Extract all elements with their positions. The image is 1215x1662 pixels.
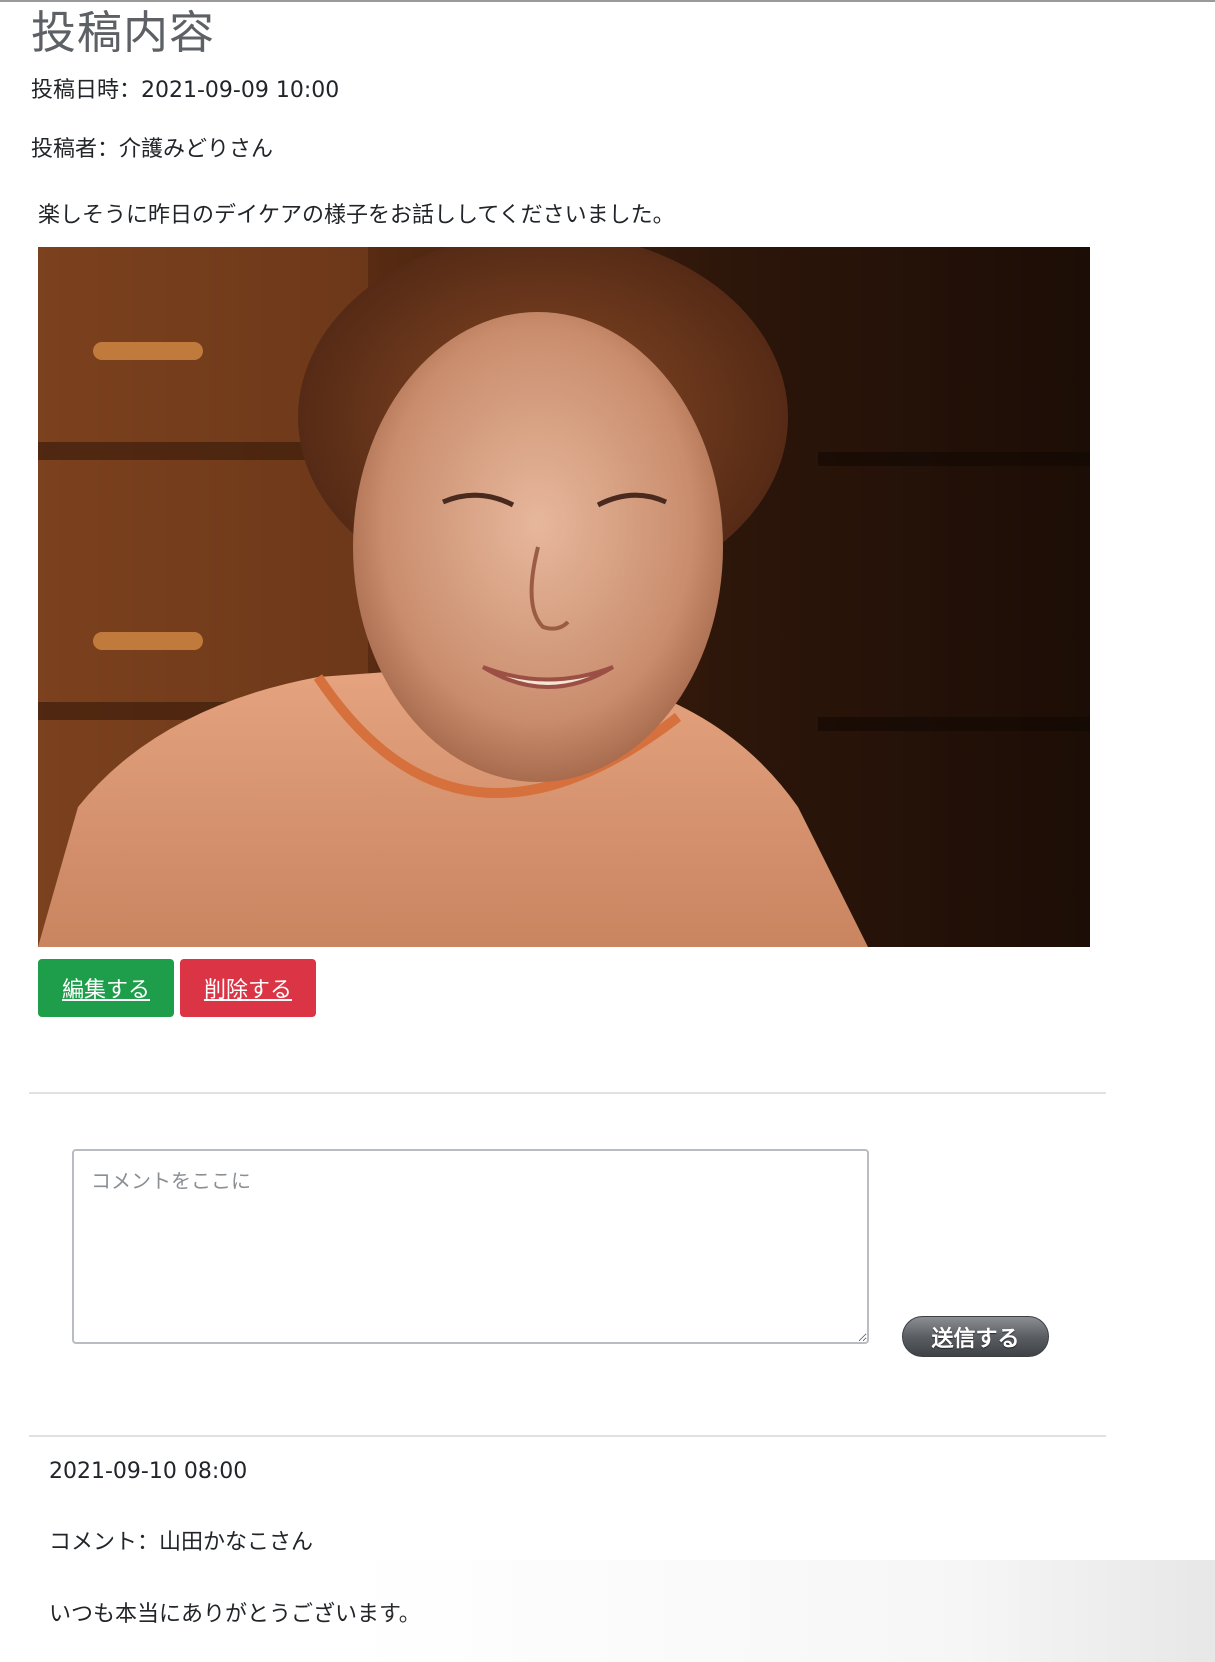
top-border [0,0,1215,2]
section-divider [29,1092,1106,1094]
send-comment-button[interactable]: 送信する [902,1316,1049,1357]
comment-author: コメント：山田かなこさん [49,1530,314,1555]
edit-button[interactable]: 編集する [38,959,174,1017]
post-body-text: 楽しそうに昨日のデイケアの様子をお話ししてくださいました。 [38,203,675,228]
post-author: 投稿者：介護みどりさん [31,137,274,162]
post-photo [38,247,1090,947]
post-date: 投稿日時：2021-09-09 10:00 [31,78,340,103]
page-title: 投稿内容 [31,6,216,59]
comment-date: 2021-09-10 08:00 [49,1459,248,1484]
delete-button[interactable]: 削除する [180,959,316,1017]
bottom-fade-overlay [350,1560,1215,1662]
comment-input[interactable] [72,1149,869,1344]
comment-text: いつも本当にありがとうございます。 [49,1602,421,1627]
comments-divider [29,1435,1106,1437]
